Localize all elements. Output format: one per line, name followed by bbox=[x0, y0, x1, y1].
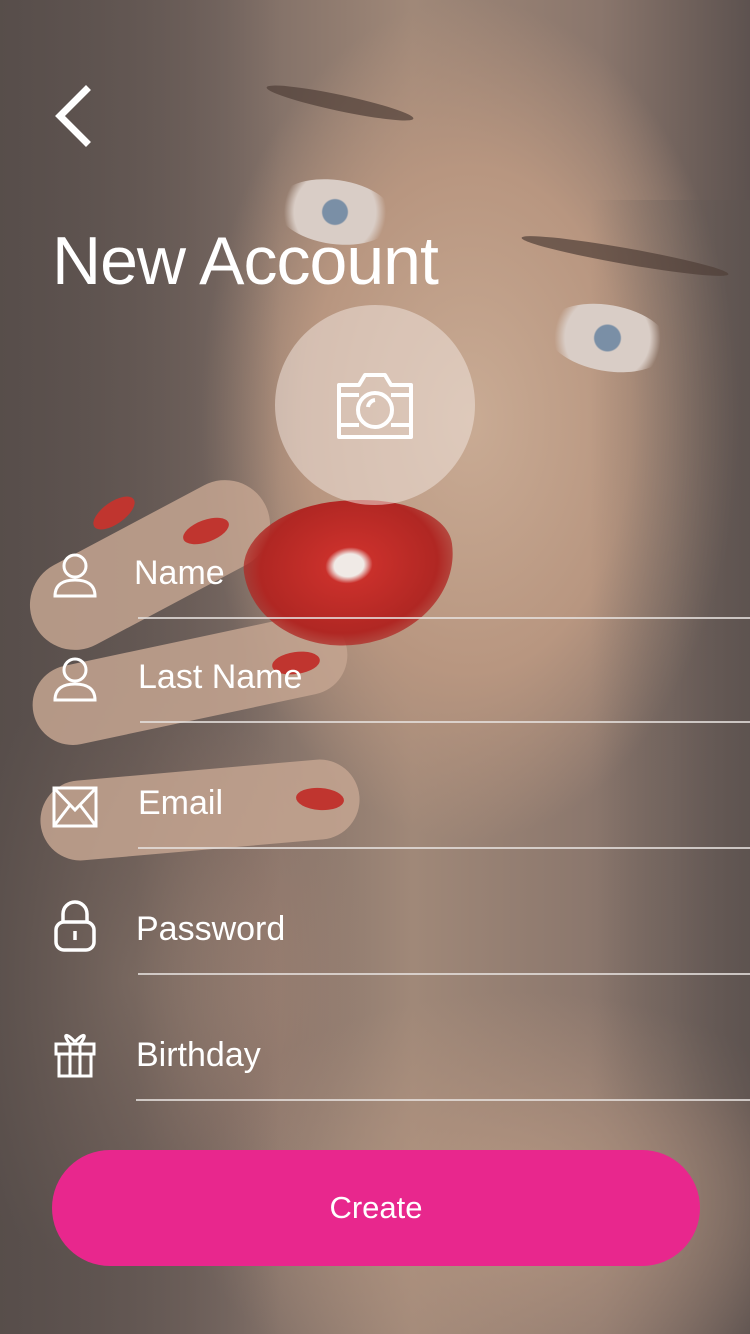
email-input[interactable] bbox=[138, 778, 698, 828]
email-field-row bbox=[0, 778, 750, 853]
last-name-underline bbox=[140, 721, 750, 723]
birthday-field-row bbox=[0, 1030, 750, 1105]
chevron-left-icon bbox=[55, 85, 91, 147]
user-icon bbox=[53, 657, 97, 702]
last-name-field-row bbox=[0, 652, 750, 727]
new-account-screen: New Account Name Last Name Email Birthda… bbox=[0, 0, 750, 1334]
page-title: New Account bbox=[52, 223, 439, 299]
last-name-input[interactable] bbox=[138, 652, 698, 702]
lock-icon bbox=[54, 900, 96, 952]
email-underline bbox=[138, 847, 750, 849]
name-underline bbox=[138, 617, 750, 619]
create-button[interactable]: Create bbox=[52, 1150, 700, 1266]
add-photo-button[interactable] bbox=[275, 305, 475, 505]
user-icon bbox=[53, 553, 97, 598]
password-field-row bbox=[0, 900, 750, 979]
password-input[interactable] bbox=[136, 904, 696, 954]
gift-icon bbox=[54, 1034, 96, 1078]
background-brow bbox=[264, 79, 416, 127]
envelope-icon bbox=[52, 786, 98, 828]
name-field-row bbox=[0, 548, 750, 623]
password-underline bbox=[138, 973, 750, 975]
camera-icon bbox=[337, 373, 413, 439]
birthday-input[interactable] bbox=[136, 1030, 696, 1080]
back-button[interactable] bbox=[46, 82, 106, 152]
birthday-underline bbox=[136, 1099, 750, 1101]
name-input[interactable] bbox=[134, 548, 694, 598]
